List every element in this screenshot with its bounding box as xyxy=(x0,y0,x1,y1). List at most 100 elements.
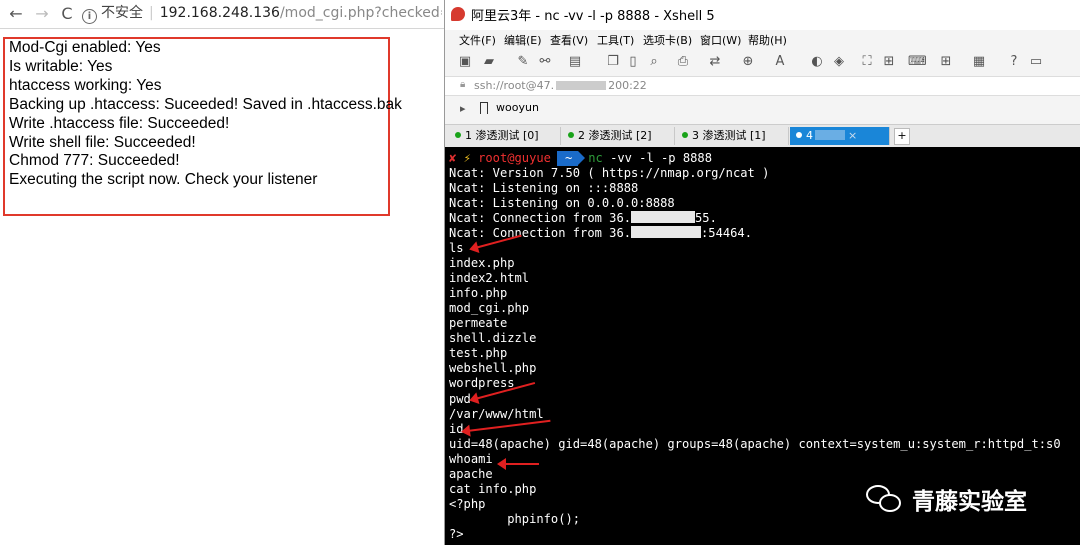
add-tab-button[interactable]: + xyxy=(894,128,910,145)
title-bar: 阿里云3年 - nc -vv -l -p 8888 - Xshell 5 xyxy=(445,0,1080,30)
result-line: htaccess working: Yes xyxy=(9,76,162,94)
terminal-line: whoami xyxy=(449,451,493,466)
find-icon[interactable]: ⌕ xyxy=(646,54,662,70)
add-tab-icon[interactable]: ⊞ xyxy=(938,54,954,70)
new-session-icon[interactable]: ▣ xyxy=(457,54,473,70)
redacted-ip xyxy=(556,81,607,90)
menu-bar: 文件(F) 编辑(E) 查看(V) 工具(T) 选项卡(B) 窗口(W) 帮助(… xyxy=(445,30,1080,50)
status-dot-icon xyxy=(682,132,688,138)
terminal-line: shell.dizzle xyxy=(449,331,537,346)
menu-edit[interactable]: 编辑(E) xyxy=(504,32,542,48)
bolt-icon: ⚡ xyxy=(463,151,471,165)
result-line: Backing up .htaccess: Suceeded! Saved in… xyxy=(9,95,402,113)
menu-tools[interactable]: 工具(T) xyxy=(597,32,634,48)
terminal-line: Ncat: Connection from 36.:54464. xyxy=(449,226,752,240)
terminal-line: Ncat: Listening on 0.0.0.0:8888 xyxy=(449,196,675,210)
ssh-address: ssh://root@47. 200:22 xyxy=(474,79,647,92)
tab-bar: 1 渗透测试 [0] 2 渗透测试 [2] 3 渗透测试 [1] 4 × + xyxy=(445,124,1080,148)
font-icon[interactable]: A xyxy=(772,54,788,70)
result-line: Write shell file: Succeeded! xyxy=(9,133,196,151)
terminal-line: mod_cgi.php xyxy=(449,301,530,316)
links-bar: ▸ wooyun xyxy=(445,96,1080,122)
back-arrow-icon[interactable]: ← xyxy=(6,4,26,24)
keyboard-icon[interactable]: ⌨ xyxy=(908,54,927,70)
layout-icon[interactable]: ▦ xyxy=(971,54,987,70)
pen-icon[interactable]: ✎ xyxy=(515,54,531,70)
terminal-line: apache xyxy=(449,466,493,481)
session-address-bar[interactable]: 🔒︎ ssh://root@47. 200:22 xyxy=(445,77,1080,96)
bookmark-icon xyxy=(480,102,488,114)
menu-help[interactable]: 帮助(H) xyxy=(748,32,787,48)
menu-window[interactable]: 窗口(W) xyxy=(700,32,741,48)
terminal-line: ?> xyxy=(449,526,464,541)
chat-icon[interactable]: ▭ xyxy=(1028,54,1044,70)
terminal-line: index2.html xyxy=(449,271,530,286)
fullscreen-icon[interactable]: ⛶ xyxy=(859,54,875,70)
terminal-line: Ncat: Listening on :::8888 xyxy=(449,181,639,195)
lock-icon: 🔒︎ xyxy=(460,79,466,90)
annotation-arrow xyxy=(497,458,539,470)
annotation-arrow xyxy=(466,419,551,432)
tab-session-3[interactable]: 3 渗透测试 [1] xyxy=(676,127,789,145)
terminal-line: webshell.php xyxy=(449,361,537,376)
terminal-line: index.php xyxy=(449,256,515,271)
window-title: 阿里云3年 - nc -vv -l -p 8888 - Xshell 5 xyxy=(471,9,715,24)
toolbar: ▣ ▰ ✎ ⚯ ▤ ❐ ▯ ⌕ ⎙ ⇄ ⊕ A ◐ ◈ ⛶ ⊞ ⌨ ⊞ ▦ ? … xyxy=(445,50,1080,77)
disconnect-icon[interactable]: ⚯ xyxy=(537,54,553,70)
print-icon[interactable]: ⎙ xyxy=(675,54,691,70)
copy-icon[interactable]: ❐ xyxy=(605,54,621,70)
info-icon[interactable]: i xyxy=(82,9,97,24)
xftp-icon[interactable]: ◐ xyxy=(809,54,825,70)
terminal-line: cat info.php xyxy=(449,481,537,496)
menu-view[interactable]: 查看(V) xyxy=(550,32,588,48)
paste-icon[interactable]: ▯ xyxy=(625,54,641,70)
redacted-tab-name xyxy=(815,130,845,140)
status-dot-icon xyxy=(796,132,802,138)
insecure-label: 不安全 xyxy=(101,5,143,21)
bookmark-wooyun[interactable]: wooyun xyxy=(496,101,539,114)
url-separator: | xyxy=(149,5,154,21)
redacted-ip xyxy=(631,226,702,238)
script-icon[interactable]: ◈ xyxy=(831,54,847,70)
tab-session-4[interactable]: 4 × xyxy=(790,127,890,145)
terminal-line: Ncat: Connection from 36. 55. xyxy=(449,211,717,225)
tab-session-2[interactable]: 2 渗透测试 [2] xyxy=(562,127,675,145)
terminal-line: /var/www/html xyxy=(449,406,544,421)
result-line: Executing the script now. Check your lis… xyxy=(9,171,318,189)
terminal-prompt: ✘ ⚡ root@guyue ~ nc -vv -l -p 8888 xyxy=(449,151,712,166)
url-path: /mod_cgi.php?checked=true xyxy=(279,5,442,21)
terminal-line: info.php xyxy=(449,286,508,301)
wechat-watermark: 青藤实验室 xyxy=(866,479,1027,519)
result-highlight-box: Mod-Cgi enabled: Yes Is writable: Yes ht… xyxy=(3,37,402,216)
help-icon[interactable]: ? xyxy=(1006,54,1022,70)
menu-tabs[interactable]: 选项卡(B) xyxy=(643,32,692,48)
terminal-line: <?php xyxy=(449,496,486,511)
reload-icon[interactable]: C xyxy=(57,4,77,24)
wechat-icon xyxy=(866,483,904,515)
forward-arrow-icon[interactable]: → xyxy=(32,4,52,24)
links-arrow-icon[interactable]: ▸ xyxy=(460,102,466,115)
terminal-line: phpinfo(); xyxy=(449,511,581,526)
browser-address-bar: ← → C i 不安全 | 192.168.248.136/mod_cgi.php?c… xyxy=(0,0,444,29)
transfer-icon[interactable]: ⇄ xyxy=(707,54,723,70)
redacted-ip xyxy=(631,211,696,223)
open-folder-icon[interactable]: ▰ xyxy=(481,54,497,70)
globe-icon[interactable]: ⊕ xyxy=(740,54,756,70)
result-line: Chmod 777: Succeeded! xyxy=(9,152,180,170)
tab-session-1[interactable]: 1 渗透测试 [0] xyxy=(449,127,561,145)
lock-screen-icon[interactable]: ⊞ xyxy=(881,54,897,70)
terminal-line: permeate xyxy=(449,316,508,331)
terminal-line: Ncat: Version 7.50 ( https://nmap.org/nc… xyxy=(449,166,770,180)
close-tab-icon[interactable]: × xyxy=(848,129,857,142)
url-host: 192.168.248.136 xyxy=(159,5,280,21)
watermark-text: 青藤实验室 xyxy=(912,489,1027,515)
properties-icon[interactable]: ▤ xyxy=(567,54,583,70)
xshell-app-icon xyxy=(451,7,465,21)
status-dot-icon xyxy=(455,132,461,138)
menu-file[interactable]: 文件(F) xyxy=(459,32,496,48)
terminal-line: ls xyxy=(449,241,464,255)
terminal-line: test.php xyxy=(449,346,508,361)
url-field[interactable]: i 不安全 | 192.168.248.136/mod_cgi.php?checked… xyxy=(82,2,442,24)
result-line: Is writable: Yes xyxy=(9,57,113,75)
status-dot-icon xyxy=(568,132,574,138)
